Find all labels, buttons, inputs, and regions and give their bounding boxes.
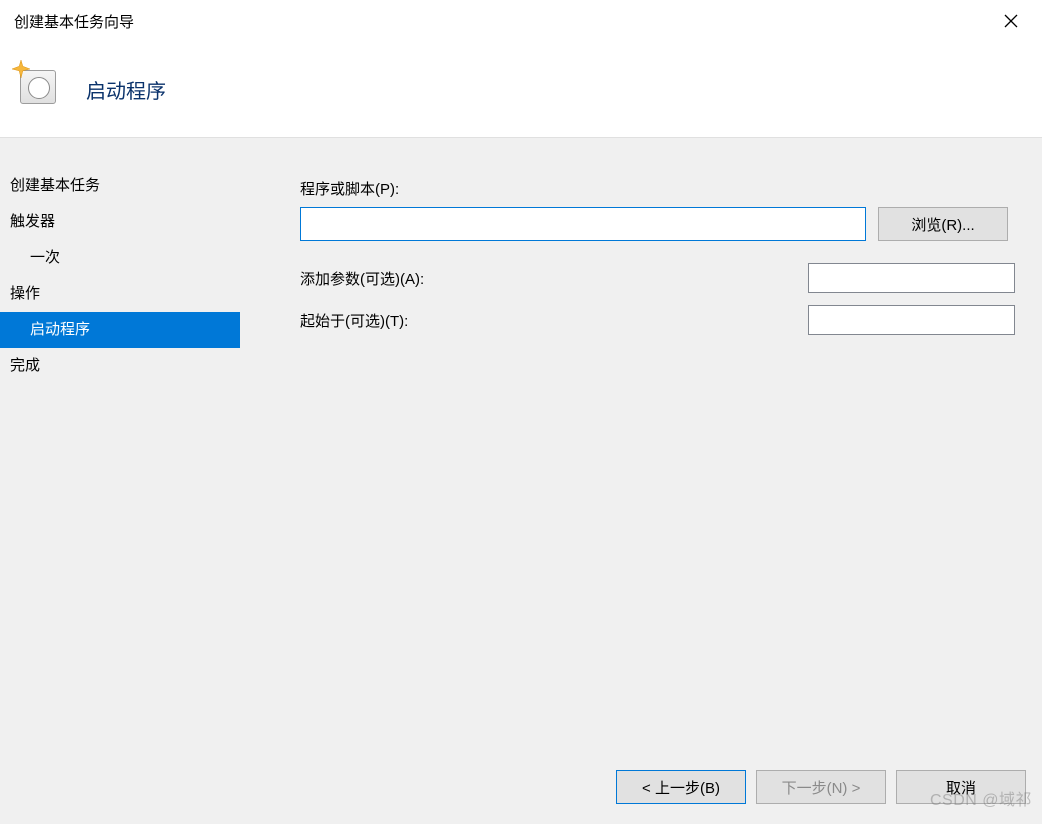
sidebar-step-4[interactable]: 启动程序	[0, 312, 240, 348]
window-title: 创建基本任务向导	[14, 11, 134, 32]
wizard-content: 程序或脚本(P): 浏览(R)... 添加参数(可选)(A): 起始于(可选)(…	[240, 138, 1042, 824]
wizard-header: 启动程序	[0, 42, 1042, 138]
wizard-header-icon	[16, 64, 60, 108]
sidebar-step-0[interactable]: 创建基本任务	[0, 168, 240, 204]
next-button[interactable]: 下一步(N) >	[756, 770, 886, 804]
sidebar-step-1[interactable]: 触发器	[0, 204, 240, 240]
add-arguments-input[interactable]	[808, 263, 1015, 293]
sidebar-step-5[interactable]: 完成	[0, 348, 240, 384]
cancel-button[interactable]: 取消	[896, 770, 1026, 804]
sidebar-step-2[interactable]: 一次	[0, 240, 240, 276]
wizard-body: 创建基本任务触发器一次操作启动程序完成 程序或脚本(P): 浏览(R)... 添…	[0, 138, 1042, 824]
sparkle-icon	[12, 60, 30, 78]
program-script-input[interactable]	[300, 207, 866, 241]
browse-button[interactable]: 浏览(R)...	[878, 207, 1008, 241]
start-in-label: 起始于(可选)(T):	[300, 310, 808, 331]
program-script-label: 程序或脚本(P):	[300, 178, 1026, 199]
title-bar: 创建基本任务向导	[0, 0, 1042, 42]
start-in-input[interactable]	[808, 305, 1015, 335]
wizard-footer: < 上一步(B) 下一步(N) > 取消	[616, 770, 1026, 804]
close-icon	[1004, 14, 1018, 28]
sidebar-step-3[interactable]: 操作	[0, 276, 240, 312]
wizard-steps-sidebar: 创建基本任务触发器一次操作启动程序完成	[0, 138, 240, 824]
close-button[interactable]	[986, 3, 1036, 39]
back-button[interactable]: < 上一步(B)	[616, 770, 746, 804]
add-arguments-label: 添加参数(可选)(A):	[300, 268, 808, 289]
wizard-step-title: 启动程序	[86, 75, 166, 104]
